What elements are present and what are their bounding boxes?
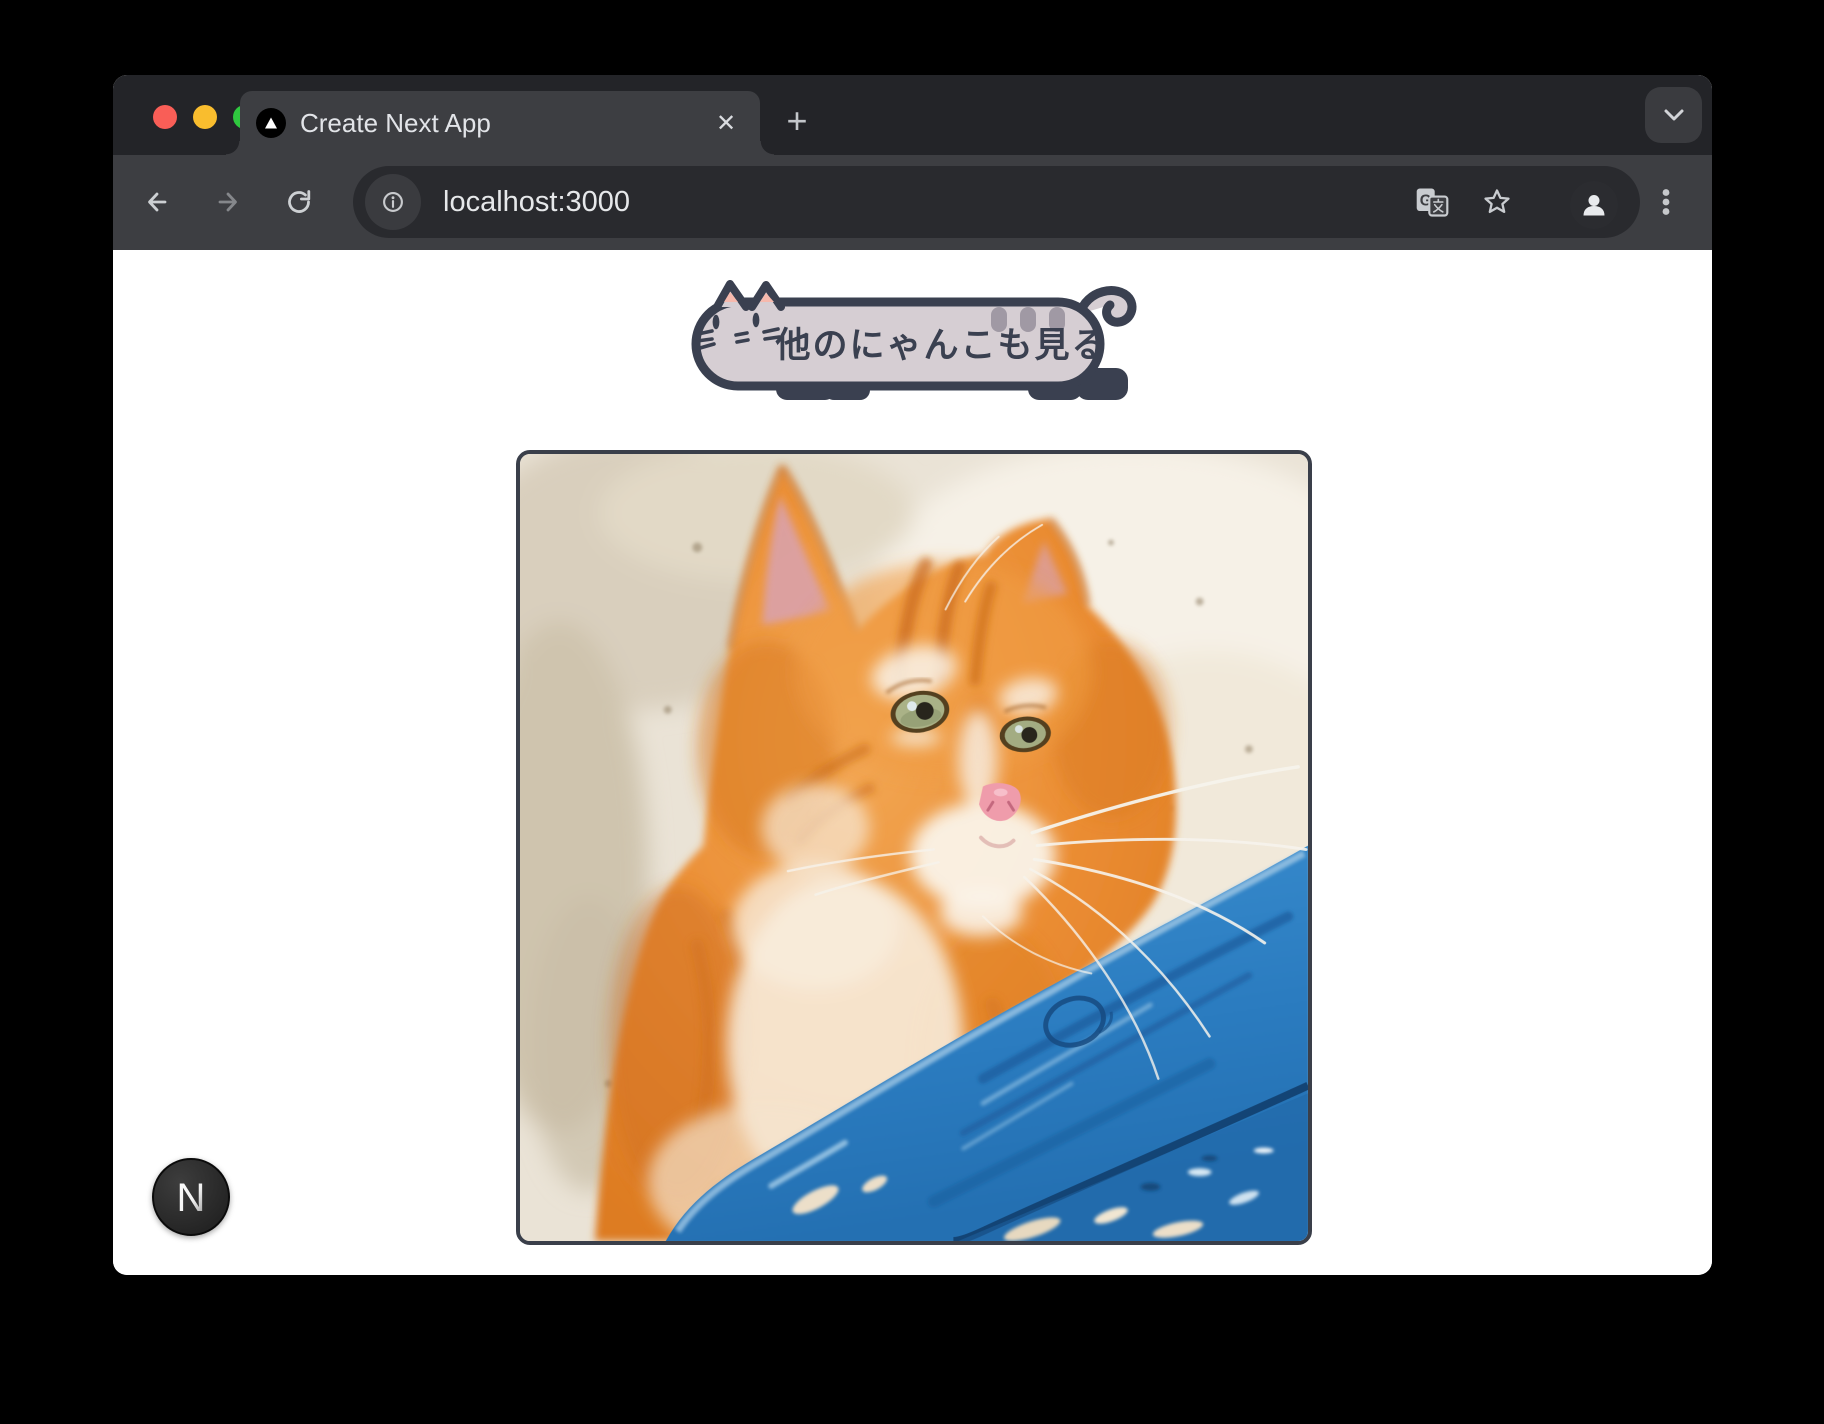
browser-window: Create Next App ✕ + xyxy=(113,75,1712,1275)
info-icon xyxy=(377,186,409,218)
site-info-button[interactable] xyxy=(365,174,421,230)
tab-strip: Create Next App ✕ + xyxy=(113,75,1712,155)
cat-button-graphic: 他のにゃんこも見る xyxy=(690,280,1138,405)
chevron-down-icon xyxy=(1662,108,1686,122)
tab-title: Create Next App xyxy=(300,108,708,139)
see-other-cats-button[interactable]: 他のにゃんこも見る xyxy=(690,280,1138,405)
browser-toolbar: localhost:3000 G xyxy=(113,155,1712,250)
minimize-window-button[interactable] xyxy=(193,105,217,129)
tab-search-button[interactable] xyxy=(1645,87,1702,143)
reload-button[interactable] xyxy=(281,184,317,220)
url-text[interactable]: localhost:3000 xyxy=(443,186,630,219)
reload-icon xyxy=(290,192,309,212)
cat-button-label: 他のにゃんこも見る xyxy=(774,326,1108,365)
forward-button[interactable] xyxy=(210,184,246,220)
nextjs-favicon-icon xyxy=(256,108,286,138)
close-icon[interactable]: ✕ xyxy=(708,105,744,141)
back-arrow-icon xyxy=(150,194,166,210)
tab-create-next-app[interactable]: Create Next App ✕ xyxy=(240,91,760,155)
close-window-button[interactable] xyxy=(153,105,177,129)
translate-button[interactable]: G xyxy=(1414,184,1450,220)
translate-icon: G xyxy=(1417,189,1448,216)
nextjs-n-icon: N xyxy=(161,1167,221,1227)
nextjs-devtools-badge[interactable]: N xyxy=(152,1158,230,1236)
person-icon xyxy=(1576,187,1612,223)
profile-button[interactable] xyxy=(1570,181,1618,229)
browser-menu-button[interactable] xyxy=(1648,184,1684,220)
bookmark-button[interactable] xyxy=(1479,184,1515,220)
kebab-menu-icon xyxy=(1663,189,1670,215)
forward-arrow-icon xyxy=(220,194,236,210)
star-icon xyxy=(1486,191,1509,212)
nextjs-badge-letter: N xyxy=(177,1176,206,1220)
new-tab-button[interactable]: + xyxy=(775,99,819,143)
plus-icon: + xyxy=(786,100,807,142)
back-button[interactable] xyxy=(139,184,175,220)
page-content: 他のにゃんこも見る xyxy=(113,250,1712,1275)
kitten-photo xyxy=(516,450,1312,1245)
